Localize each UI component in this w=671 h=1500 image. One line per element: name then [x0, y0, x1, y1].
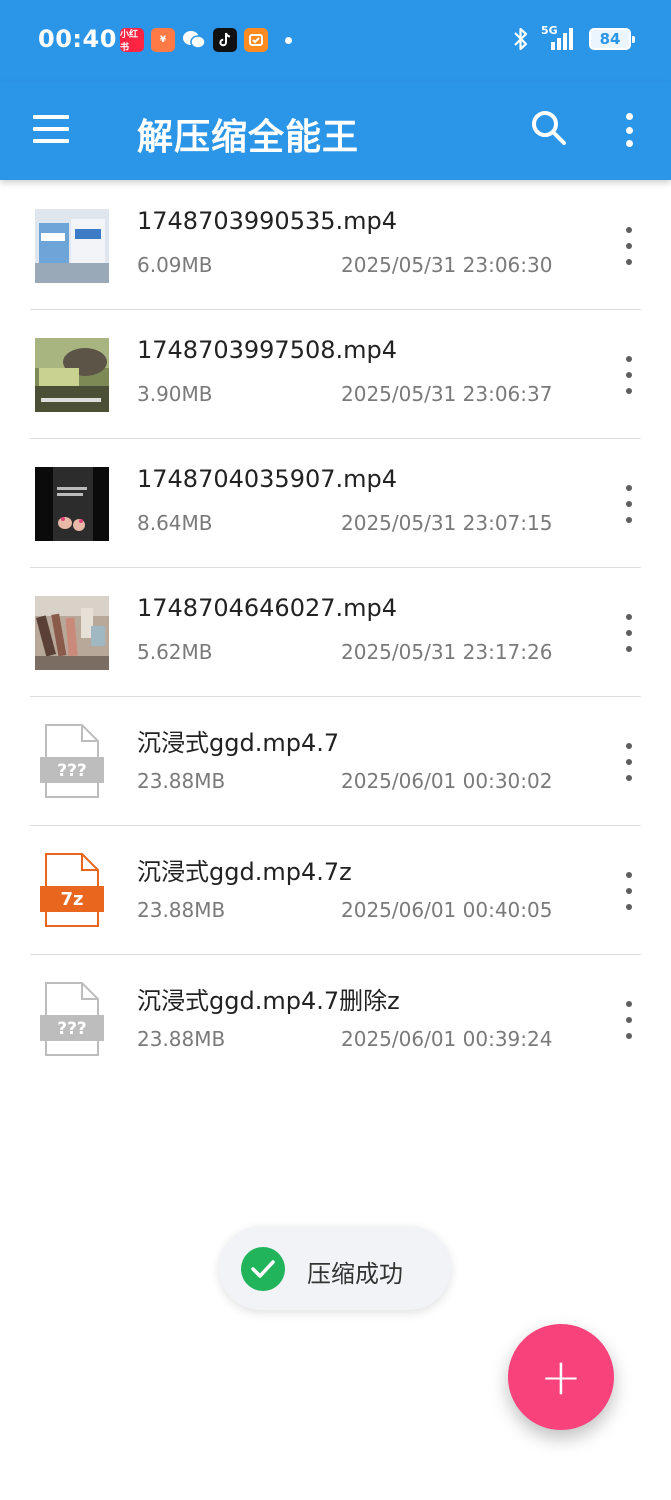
xiaohongshu-icon: 小红书: [120, 28, 144, 53]
more-vert-icon: [626, 743, 632, 749]
video-thumbnail: [35, 338, 109, 412]
more-vert-icon: [626, 485, 632, 491]
file-more-button[interactable]: [617, 743, 641, 781]
file-name: 沉浸式ggd.mp4.7z: [137, 858, 352, 886]
video-thumbnail: [35, 596, 109, 670]
file-row[interactable]: 7z 沉浸式ggd.mp4.7z 23.88MB 2025/06/01 00:4…: [0, 826, 671, 955]
file-name: 1748704646027.mp4: [137, 594, 398, 622]
bluetooth-icon: [514, 27, 528, 51]
video-thumbnail: [35, 209, 109, 283]
unknown-file-icon: ???: [34, 979, 108, 1061]
hamburger-icon: [33, 115, 69, 119]
search-button[interactable]: [529, 108, 569, 148]
file-row[interactable]: 1748704035907.mp4 8.64MB 2025/05/31 23:0…: [0, 439, 671, 568]
file-size: 6.09MB: [137, 253, 213, 277]
menu-button[interactable]: [33, 115, 71, 147]
file-row[interactable]: 1748704646027.mp4 5.62MB 2025/05/31 23:1…: [0, 568, 671, 697]
file-name: 1748703997508.mp4: [137, 336, 398, 364]
file-date: 2025/05/31 23:17:26: [341, 640, 553, 664]
app-icon: [244, 28, 268, 52]
search-icon: [532, 111, 566, 145]
file-more-button[interactable]: [617, 872, 641, 910]
overflow-menu-button[interactable]: [617, 110, 641, 150]
file-date: 2025/06/01 00:39:24: [341, 1027, 553, 1051]
unknown-file-icon: ???: [34, 721, 108, 803]
file-size: 23.88MB: [137, 1027, 226, 1051]
taobao-icon: ¥: [151, 28, 175, 52]
system-icons: 5G 84: [513, 24, 635, 52]
wechat-icon: [182, 28, 206, 52]
file-type-badge: ???: [57, 761, 87, 781]
file-type-badge: ???: [57, 1019, 87, 1039]
notification-icons: 小红书 ¥: [120, 28, 292, 53]
file-more-button[interactable]: [617, 485, 641, 523]
check-circle-icon: [241, 1247, 285, 1291]
file-date: 2025/06/01 00:30:02: [341, 769, 553, 793]
success-toast: 压缩成功: [219, 1226, 451, 1310]
more-vert-icon: [626, 614, 632, 620]
battery-icon: 84: [589, 28, 635, 50]
file-more-button[interactable]: [617, 227, 641, 265]
more-vert-icon: [626, 356, 632, 362]
file-size: 23.88MB: [137, 898, 226, 922]
file-more-button[interactable]: [617, 614, 641, 652]
file-row[interactable]: ??? 沉浸式ggd.mp4.7删除z 23.88MB 2025/06/01 0…: [0, 955, 671, 1084]
status-bar: 00:40 小红书 ¥ 5G 84: [0, 0, 671, 82]
file-date: 2025/05/31 23:06:37: [341, 382, 553, 406]
more-vert-icon: [626, 1001, 632, 1007]
file-size: 5.62MB: [137, 640, 213, 664]
file-name: 1748704035907.mp4: [137, 465, 398, 493]
file-more-button[interactable]: [617, 356, 641, 394]
file-row[interactable]: 1748703997508.mp4 3.90MB 2025/05/31 23:0…: [0, 310, 671, 439]
file-name: 沉浸式ggd.mp4.7: [137, 729, 340, 757]
more-notifications-dot: [285, 36, 292, 44]
app-bar: 解压缩全能王: [0, 82, 671, 180]
more-vert-icon: [625, 113, 633, 120]
video-thumbnail: [35, 467, 109, 541]
battery-level: 84: [599, 30, 621, 48]
7z-file-icon: 7z: [34, 850, 108, 932]
file-size: 8.64MB: [137, 511, 213, 535]
plus-icon: +: [540, 1348, 582, 1406]
file-date: 2025/05/31 23:06:30: [341, 253, 553, 277]
toast-message: 压缩成功: [307, 1260, 403, 1288]
file-type-badge: 7z: [60, 889, 83, 910]
file-more-button[interactable]: [617, 1001, 641, 1039]
signal-icon: 5G: [541, 24, 577, 52]
file-row[interactable]: ??? 沉浸式ggd.mp4.7 23.88MB 2025/06/01 00:3…: [0, 697, 671, 826]
more-vert-icon: [626, 872, 632, 878]
file-date: 2025/06/01 00:40:05: [341, 898, 553, 922]
more-vert-icon: [626, 227, 632, 233]
file-size: 23.88MB: [137, 769, 226, 793]
add-button[interactable]: +: [508, 1324, 614, 1430]
file-row[interactable]: 1748703990535.mp4 6.09MB 2025/05/31 23:0…: [0, 181, 671, 310]
file-size: 3.90MB: [137, 382, 213, 406]
file-name: 1748703990535.mp4: [137, 207, 398, 235]
app-title: 解压缩全能王: [137, 117, 360, 158]
file-date: 2025/05/31 23:07:15: [341, 511, 553, 535]
status-time: 00:40: [38, 25, 117, 53]
tiktok-icon: [213, 28, 237, 52]
file-list: 1748703990535.mp4 6.09MB 2025/05/31 23:0…: [0, 181, 671, 1084]
file-name: 沉浸式ggd.mp4.7删除z: [137, 987, 400, 1015]
